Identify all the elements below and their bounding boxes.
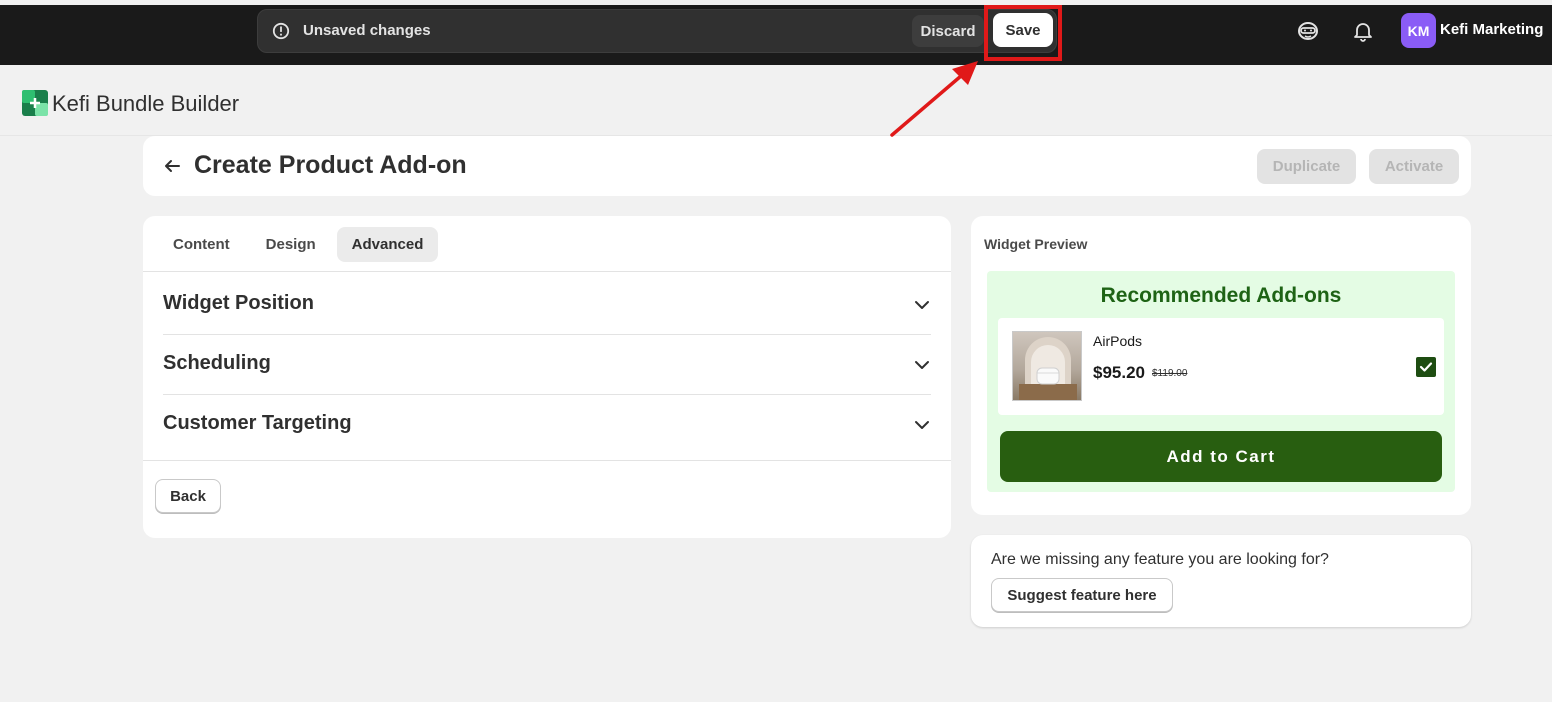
tab-design[interactable]: Design [251, 227, 331, 262]
suggest-feature-button[interactable]: Suggest feature here [991, 578, 1173, 612]
activate-button[interactable]: Activate [1369, 149, 1459, 184]
app-header: Kefi Bundle Builder [0, 65, 1552, 136]
discard-button[interactable]: Discard [912, 15, 984, 47]
widget-preview-label: Widget Preview [984, 236, 1088, 252]
divider [143, 271, 951, 272]
product-image [1012, 331, 1082, 401]
accordion-label: Customer Targeting [163, 412, 352, 434]
chevron-down-icon [915, 361, 929, 369]
widget-preview-card: Widget Preview Recommended Add-ons AirPo… [971, 216, 1471, 515]
unsaved-changes-label: Unsaved changes [303, 22, 431, 39]
add-to-cart-button[interactable]: Add to Cart [1000, 431, 1442, 482]
sidekick-icon[interactable] [1297, 20, 1319, 42]
tab-advanced[interactable]: Advanced [336, 227, 439, 262]
alert-circle-icon [272, 22, 290, 40]
feature-request-text: Are we missing any feature you are looki… [991, 551, 1329, 568]
back-arrow-icon[interactable] [163, 157, 181, 175]
divider [143, 460, 951, 461]
accordion-customer-targeting[interactable]: Customer Targeting [163, 394, 931, 454]
duplicate-button[interactable]: Duplicate [1257, 149, 1356, 184]
page-title: Create Product Add-on [194, 151, 467, 179]
chevron-down-icon [915, 421, 929, 429]
settings-card: Content Design Advanced Widget Position … [143, 216, 951, 538]
addon-widget: Recommended Add-ons AirPods $95.20 $119.… [987, 271, 1455, 492]
accordion-widget-position[interactable]: Widget Position [163, 274, 931, 334]
app-title: Kefi Bundle Builder [52, 91, 240, 116]
product-price: $95.20 [1093, 363, 1145, 382]
product-name: AirPods [1093, 333, 1143, 349]
tab-bar: Content Design Advanced [158, 227, 439, 263]
accordion-scheduling[interactable]: Scheduling [163, 334, 931, 394]
product-compare-price: $119.00 [1152, 368, 1188, 379]
contextual-save-bar: Unsaved changes Discard Save [257, 9, 1057, 53]
chevron-down-icon [915, 301, 929, 309]
accordion-label: Widget Position [163, 292, 314, 314]
airpods-image-icon [1019, 337, 1077, 400]
top-bar: Unsaved changes Discard Save KM Kefi Mar… [0, 5, 1552, 65]
annotation-arrow-icon [890, 61, 978, 137]
tab-content[interactable]: Content [158, 227, 245, 262]
page-title-card: Create Product Add-on Duplicate Activate [143, 136, 1471, 196]
back-button[interactable]: Back [155, 479, 221, 513]
save-highlight-box [984, 5, 1062, 61]
product-checkbox[interactable] [1416, 357, 1436, 377]
feature-request-card: Are we missing any feature you are looki… [971, 535, 1471, 627]
product-item: AirPods $95.20 $119.00 [998, 318, 1444, 415]
kefi-logo-icon [22, 90, 48, 116]
checkmark-icon [1419, 362, 1433, 372]
widget-title: Recommended Add-ons [1100, 284, 1342, 307]
accordion-label: Scheduling [163, 352, 271, 374]
avatar[interactable]: KM [1401, 13, 1436, 48]
store-name[interactable]: Kefi Marketing [1440, 21, 1543, 38]
bell-icon[interactable] [1352, 20, 1374, 42]
